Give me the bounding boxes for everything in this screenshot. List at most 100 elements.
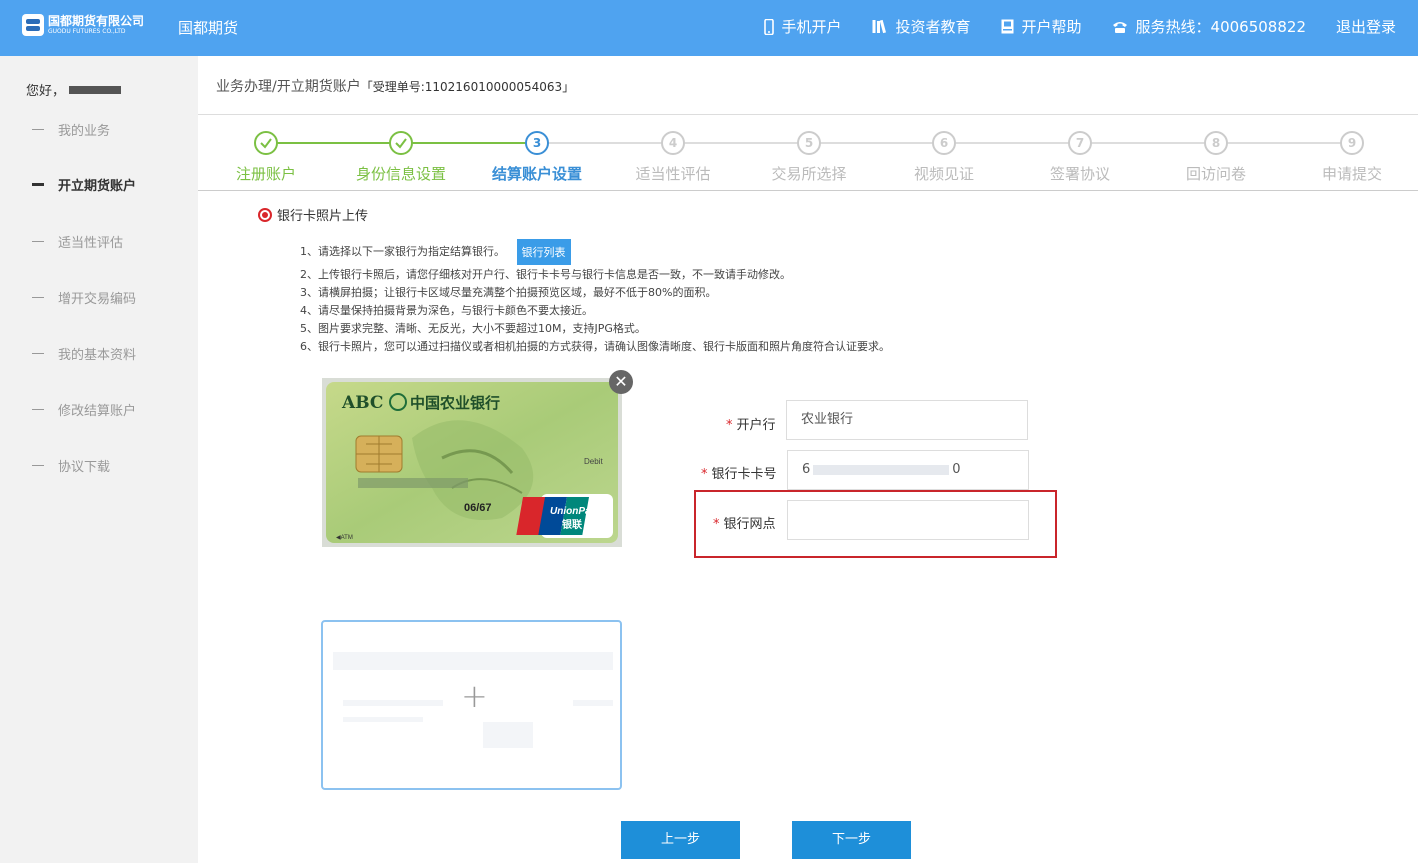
instruction-5: 5、图片要求完整、清晰、无反光，大小不要超过10M，支持JPG格式。: [300, 322, 646, 335]
dash-icon: [32, 353, 44, 354]
divider: [198, 114, 1418, 115]
sidebar: 您好， 我的业务 开立期货账户 适当性评估 增开交易编码 我的基本资料 修改结算…: [0, 56, 198, 863]
step-number: 4: [661, 131, 685, 155]
logout-label: 退出登录: [1335, 18, 1396, 36]
bank-label: * 开户行: [726, 418, 776, 433]
mobile-phone-icon: [763, 18, 774, 35]
open-help-label: 开户帮助: [1021, 18, 1082, 36]
mobile-open-link[interactable]: 手机开户: [763, 16, 842, 37]
card-number-redacted: [358, 478, 468, 488]
step-9: 9 申请提交: [1292, 131, 1412, 184]
prev-step-button[interactable]: 上一步: [621, 821, 740, 859]
card-debit-text: Debit: [584, 457, 603, 466]
step-8: 8 回访问卷: [1156, 131, 1276, 184]
sidebar-item-label: 增开交易编码: [58, 292, 137, 307]
step-label: 回访问卷: [1185, 165, 1246, 183]
branch-label-text: 银行网点: [723, 517, 776, 532]
logo-cn-text: 国都期货有限公司: [48, 14, 145, 28]
instruction-6: 6、银行卡照片，您可以通过扫描仪或者相机拍摄的方式获得，请确认图像清晰度、银行卡…: [300, 340, 890, 353]
sidebar-item-basic-info[interactable]: 我的基本资料: [32, 344, 136, 363]
breadcrumb-path: 业务办理/开立期货账户: [216, 79, 361, 95]
book-icon: [1001, 19, 1014, 34]
step-6: 6 视频见证: [884, 131, 1004, 184]
step-label: 身份信息设置: [355, 165, 446, 183]
branch-input[interactable]: [787, 500, 1029, 540]
sidebar-item-label: 我的基本资料: [58, 348, 137, 363]
sidebar-item-settlement-account[interactable]: 修改结算账户: [32, 400, 136, 419]
user-greeting: 您好，: [26, 80, 122, 99]
mobile-open-label: 手机开户: [781, 18, 842, 36]
sidebar-item-label: 修改结算账户: [58, 404, 137, 419]
instruction-4: 4、请尽量保持拍摄背景为深色，与银行卡颜色不要太接近。: [300, 304, 593, 317]
dash-icon: [32, 241, 44, 242]
card-number-field[interactable]: 60: [787, 450, 1029, 490]
radio-icon: [258, 207, 272, 222]
step-number: 8: [1204, 131, 1228, 155]
dash-icon: [32, 409, 44, 410]
investor-edu-label: 投资者教育: [895, 18, 971, 36]
sidebar-item-label: 开立期货账户: [58, 179, 137, 194]
dash-icon: [32, 465, 44, 466]
add-icon: +: [461, 677, 488, 715]
step-number: 7: [1068, 131, 1092, 155]
bank-field[interactable]: 农业银行: [786, 400, 1028, 440]
step-4: 4 适当性评估: [613, 131, 733, 184]
card-number-label-text: 银行卡卡号: [711, 467, 777, 482]
step-5: 5 交易所选择: [749, 131, 869, 184]
step-3: 3 结算账户设置: [477, 131, 597, 184]
next-step-button[interactable]: 下一步: [792, 821, 911, 859]
step-label: 申请提交: [1321, 165, 1382, 183]
sidebar-item-open-account[interactable]: 开立期货账户: [32, 175, 136, 194]
remove-photo-button[interactable]: ✕: [609, 370, 633, 394]
hotline-label: 服务热线：4006508822: [1135, 18, 1306, 36]
branch-label: * 银行网点: [713, 517, 776, 532]
brand-name[interactable]: 国都期货: [178, 17, 238, 38]
sidebar-item-label: 我的业务: [58, 124, 111, 139]
ticket-number: 「受理单号:110216010000054063」: [360, 80, 575, 94]
logo-icon: [22, 14, 44, 36]
unionpay-text: UnionPay: [550, 506, 597, 517]
investor-edu-link[interactable]: 投资者教育: [872, 16, 971, 37]
card-expiry: 06/67: [464, 502, 492, 514]
step-7: 7 签署协议: [1020, 131, 1140, 184]
open-help-link[interactable]: 开户帮助: [1001, 16, 1082, 37]
sidebar-item-add-trading-code[interactable]: 增开交易编码: [32, 288, 136, 307]
step-label: 视频见证: [913, 165, 974, 183]
placeholder-shape: [343, 700, 443, 706]
card-bank-name: 中国农业银行: [410, 394, 500, 412]
dash-icon: [32, 183, 44, 186]
placeholder-shape: [573, 700, 613, 706]
sidebar-item-my-business[interactable]: 我的业务: [32, 120, 110, 139]
dash-icon: [32, 129, 44, 130]
bank-list-button[interactable]: 银行列表: [516, 239, 571, 265]
step-label: 交易所选择: [771, 165, 847, 183]
username-redacted: [69, 85, 122, 94]
sidebar-item-agreement-download[interactable]: 协议下载: [32, 456, 110, 475]
books-icon: [872, 19, 886, 34]
instruction-text: 1、请选择以下一家银行为指定结算银行。: [300, 245, 505, 258]
divider: [198, 190, 1418, 191]
section-title-text: 银行卡照片上传: [277, 209, 369, 224]
step-2: 身份信息设置: [341, 131, 461, 184]
sidebar-item-label: 适当性评估: [58, 236, 124, 251]
placeholder-shape: [483, 722, 533, 748]
step-label: 签署协议: [1049, 165, 1110, 183]
card-number-redacted: [813, 464, 950, 475]
bank-card-image: ABC 中国农业银行 Debit 06/67 UnionPay 银联 ◀ATM: [322, 378, 622, 547]
step-label: 注册账户: [235, 165, 296, 183]
unionpay-cn-text: 银联: [562, 518, 582, 531]
step-1: 注册账户: [206, 131, 326, 184]
bank-label-text: 开户行: [736, 418, 776, 433]
sidebar-item-label: 协议下载: [58, 460, 111, 475]
sidebar-item-suitability[interactable]: 适当性评估: [32, 232, 123, 251]
breadcrumb: 业务办理/开立期货账户「受理单号:110216010000054063」: [216, 76, 574, 96]
greeting-text: 您好，: [26, 84, 66, 99]
check-icon: [254, 131, 278, 155]
card-number-suffix: 0: [952, 462, 961, 477]
company-logo[interactable]: 国都期货有限公司 GUODU FUTURES CO.,LTD: [22, 14, 144, 36]
check-icon: [389, 131, 413, 155]
logout-link[interactable]: 退出登录: [1336, 16, 1396, 37]
upload-photo-box[interactable]: +: [321, 620, 622, 790]
card-atm-text: ◀ATM: [336, 535, 353, 541]
card-number-label: * 银行卡卡号: [701, 467, 777, 482]
